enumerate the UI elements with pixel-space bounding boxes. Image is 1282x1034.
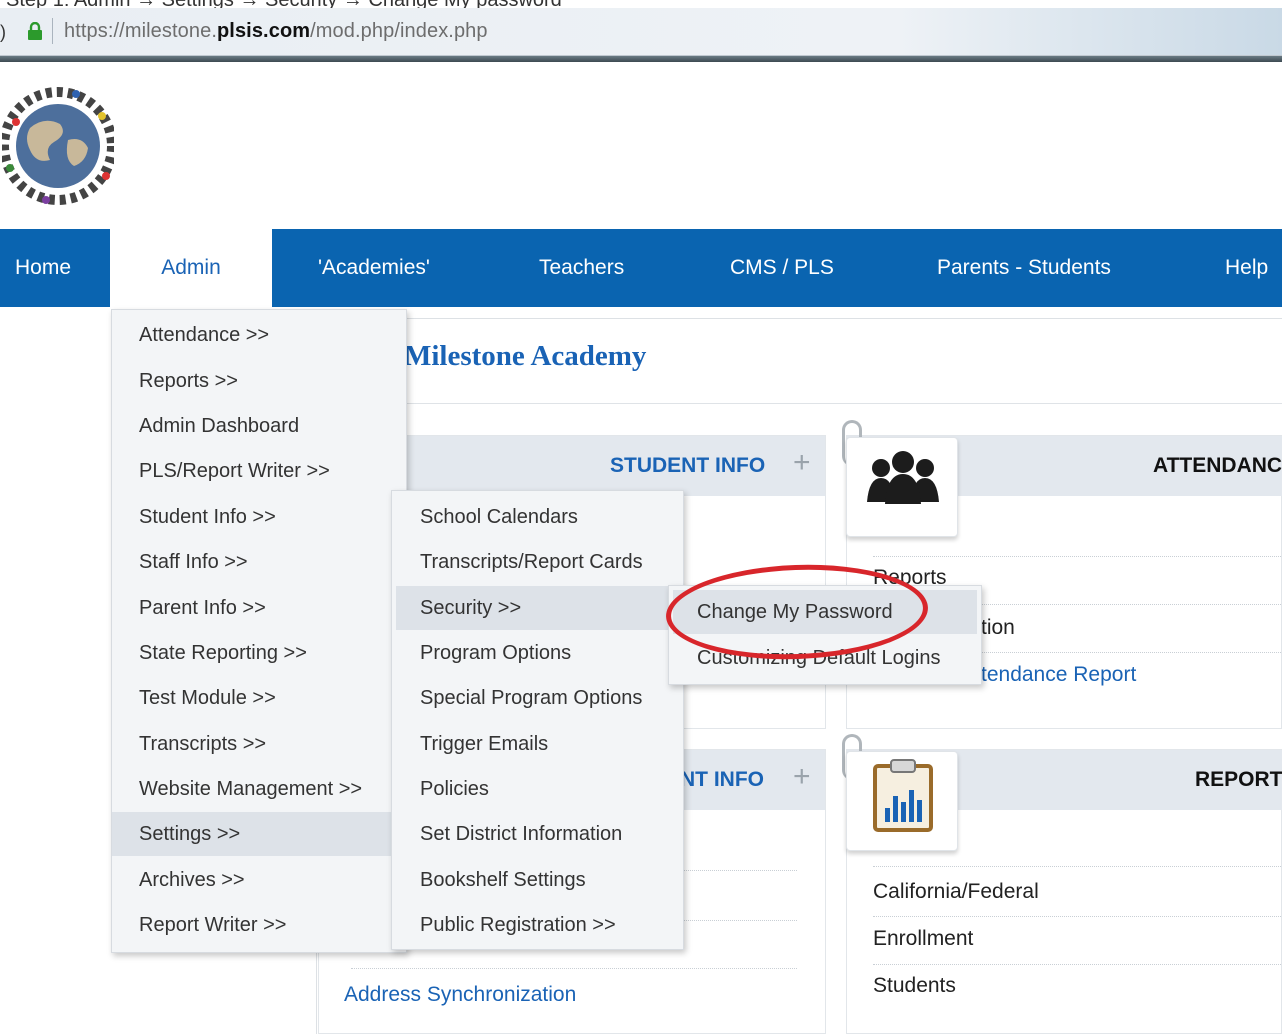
reports-icon-box — [846, 751, 958, 851]
menu-program-options[interactable]: Program Options — [392, 631, 683, 675]
admin-dropdown-menu: Attendance >> Reports >> Admin Dashboard… — [111, 309, 407, 953]
clipboard-chart-icon — [873, 759, 933, 832]
menu-transcripts-report-cards[interactable]: Transcripts/Report Cards — [392, 540, 683, 584]
address-synchronization-link[interactable]: Address Synchronization — [344, 983, 576, 1007]
row-divider — [873, 556, 1282, 557]
school-logo[interactable] — [2, 76, 114, 208]
student-info-2-expand-icon[interactable]: + — [793, 760, 811, 794]
attendance-title: ATTENDANC — [1153, 454, 1282, 477]
student-info-2-title: NT INFO — [680, 768, 764, 791]
nav-teachers[interactable]: Teachers — [539, 229, 624, 307]
menu-student-info[interactable]: Student Info >> — [112, 495, 406, 539]
students-item[interactable]: Students — [873, 974, 956, 998]
menu-transcripts[interactable]: Transcripts >> — [112, 722, 406, 766]
people-group-icon — [867, 451, 939, 504]
menu-attendance[interactable]: Attendance >> — [112, 313, 406, 357]
menu-state-reporting[interactable]: State Reporting >> — [112, 631, 406, 675]
row-divider — [873, 916, 1282, 917]
menu-special-program-options[interactable]: Special Program Options — [392, 676, 683, 720]
row-divider — [873, 964, 1282, 965]
menu-pls-report-writer[interactable]: PLS/Report Writer >> — [112, 449, 406, 493]
page: ) https://milestone.plsis.com/mod.php/in… — [0, 0, 1282, 1034]
browser-address-bar[interactable]: ) https://milestone.plsis.com/mod.php/in… — [0, 8, 1282, 56]
nav-academies[interactable]: 'Academies' — [318, 229, 430, 307]
menu-parent-info[interactable]: Parent Info >> — [112, 586, 406, 630]
menu-public-registration[interactable]: Public Registration >> — [392, 903, 683, 947]
back-arrow-icon[interactable]: ) — [0, 22, 6, 43]
menu-set-district-information[interactable]: Set District Information — [392, 812, 683, 856]
california-federal-item[interactable]: California/Federal — [873, 880, 1039, 904]
attendance-item-2[interactable]: tion — [981, 616, 1015, 640]
row-divider — [873, 866, 1282, 867]
menu-bookshelf-settings[interactable]: Bookshelf Settings — [392, 858, 683, 902]
nav-parents-students[interactable]: Parents - Students — [937, 229, 1111, 307]
main-nav: Home Admin 'Academies' Teachers CMS / PL… — [0, 229, 1282, 307]
menu-archives[interactable]: Archives >> — [112, 858, 406, 902]
student-info-title: STUDENT INFO — [610, 454, 766, 477]
menu-security[interactable]: Security >> — [396, 586, 672, 630]
browser-toolbar-border — [0, 56, 1282, 62]
menu-school-calendars[interactable]: School Calendars — [392, 495, 683, 539]
row-divider — [351, 968, 797, 969]
menu-trigger-emails[interactable]: Trigger Emails — [392, 722, 683, 766]
url-text[interactable]: https://milestone.plsis.com/mod.php/inde… — [64, 20, 488, 43]
url-divider — [52, 18, 53, 44]
menu-settings[interactable]: Settings >> — [112, 812, 406, 856]
page-title: Milestone Academy — [404, 340, 647, 372]
menu-staff-info[interactable]: Staff Info >> — [112, 540, 406, 584]
tutorial-caption: Step 1: Admin → Settings → Security → Ch… — [0, 0, 1282, 8]
reports-title: REPORT — [1195, 768, 1282, 791]
menu-test-module[interactable]: Test Module >> — [112, 676, 406, 720]
menu-website-management[interactable]: Website Management >> — [112, 767, 406, 811]
menu-policies[interactable]: Policies — [392, 767, 683, 811]
enrollment-item[interactable]: Enrollment — [873, 927, 973, 951]
nav-cms-pls[interactable]: CMS / PLS — [730, 229, 834, 307]
attendance-report-link[interactable]: tendance Report — [981, 663, 1136, 687]
title-separator — [316, 403, 1282, 404]
nav-home[interactable]: Home — [0, 229, 98, 307]
student-info-expand-icon[interactable]: + — [793, 446, 811, 480]
nav-help[interactable]: Help — [1225, 229, 1268, 307]
nav-admin[interactable]: Admin — [110, 229, 272, 307]
settings-submenu: School Calendars Transcripts/Report Card… — [391, 490, 684, 950]
lock-icon — [28, 22, 42, 40]
menu-admin-dashboard[interactable]: Admin Dashboard — [112, 404, 406, 448]
attendance-icon-box — [846, 437, 958, 537]
menu-report-writer[interactable]: Report Writer >> — [112, 903, 406, 947]
menu-reports[interactable]: Reports >> — [112, 359, 406, 403]
